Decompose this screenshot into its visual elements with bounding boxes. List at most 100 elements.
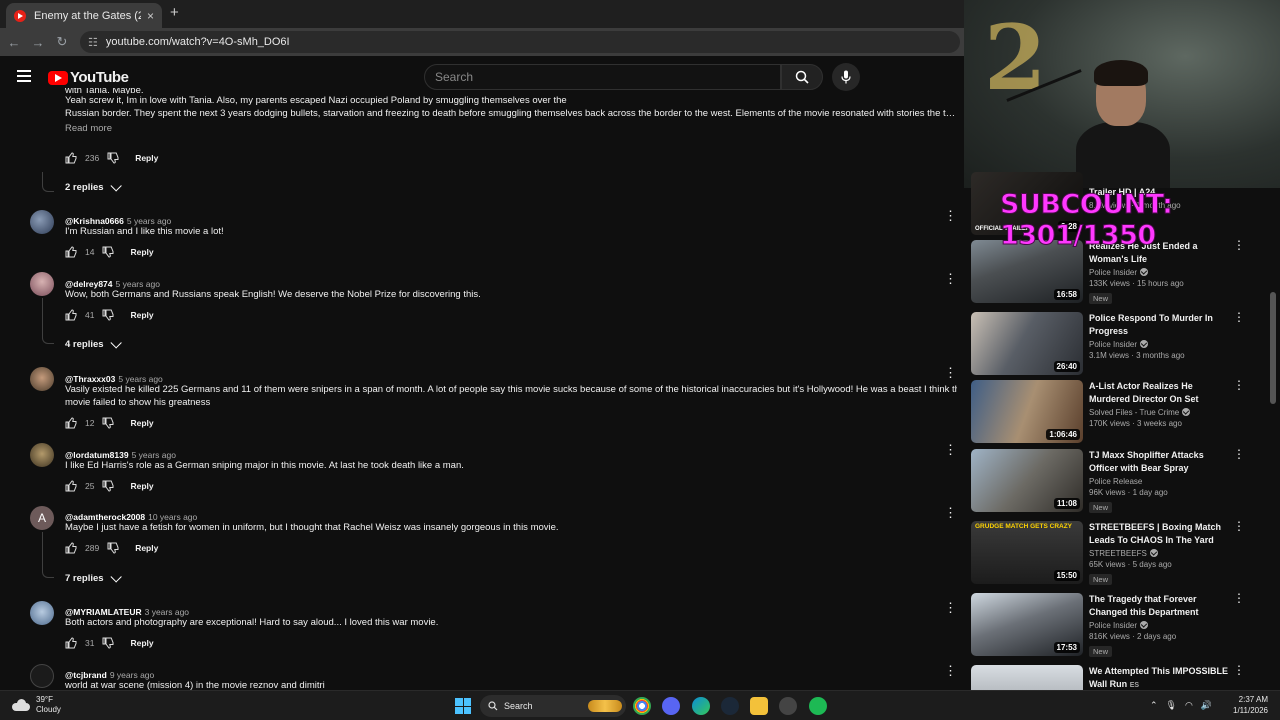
microphone-icon[interactable]: 🎙 (1166, 700, 1177, 711)
dislike-icon[interactable] (107, 542, 119, 554)
clock[interactable]: 2:37 AM 1/11/2026 (1226, 694, 1268, 716)
video-title[interactable]: We Attempted This IMPOSSIBLE Wall Run ES (1089, 665, 1229, 690)
avatar[interactable] (30, 601, 54, 625)
obs-icon[interactable] (779, 697, 797, 715)
comment-more-icon[interactable]: ⋮ (944, 272, 957, 285)
video-title[interactable]: Police Respond To Murder In Progress (1089, 312, 1229, 338)
comment-more-icon[interactable]: ⋮ (944, 443, 957, 456)
related-video[interactable]: We Attempted This IMPOSSIBLE Wall Run ES… (971, 664, 1271, 690)
video-title[interactable]: A-List Actor Realizes He Murdered Direct… (1089, 380, 1229, 406)
video-title[interactable]: TJ Maxx Shoplifter Attacks Officer with … (1089, 449, 1229, 475)
avatar[interactable]: A (30, 506, 54, 530)
channel-name[interactable]: Police Insider (1089, 621, 1229, 630)
video-thumbnail[interactable]: 11:08 (971, 449, 1083, 512)
weather-widget[interactable]: 39°F Cloudy (12, 695, 61, 715)
start-icon[interactable] (455, 698, 471, 714)
video-thumbnail[interactable]: 26:40 (971, 312, 1083, 375)
chevron-down-icon (110, 570, 122, 583)
comments-section: with Tania. Maybe. Yeah screw it, Im in … (0, 86, 964, 690)
avatar[interactable] (30, 443, 54, 467)
dislike-icon[interactable] (102, 480, 114, 492)
video-thumbnail[interactable]: 1:06:46 (971, 380, 1083, 443)
dislike-icon[interactable] (102, 637, 114, 649)
steam-icon[interactable] (721, 697, 739, 715)
related-video[interactable]: 26:40 Police Respond To Murder In Progre… (971, 311, 1271, 376)
file-explorer-icon[interactable] (750, 697, 768, 715)
channel-name[interactable]: Police Release (1089, 477, 1229, 486)
like-icon[interactable] (65, 542, 77, 554)
video-more-icon[interactable]: ⋮ (1233, 592, 1245, 604)
network-icon[interactable]: ◠ (1185, 700, 1193, 711)
related-video[interactable]: 11:08 TJ Maxx Shoplifter Attacks Officer… (971, 448, 1271, 513)
like-icon[interactable] (65, 637, 77, 649)
browser-tab[interactable]: Enemy at the Gates (2001) Offi × (6, 3, 162, 28)
back-icon[interactable]: ← (2, 35, 26, 50)
dislike-icon[interactable] (102, 417, 114, 429)
avatar[interactable] (30, 664, 54, 688)
edge-icon[interactable] (692, 697, 710, 715)
new-tab-button[interactable]: + (170, 4, 179, 21)
channel-name[interactable]: Solved Files - True Crime (1089, 408, 1229, 417)
reply-button[interactable]: Reply (130, 481, 153, 491)
video-duration: 26:40 (1053, 361, 1080, 372)
like-icon[interactable] (65, 309, 77, 321)
avatar[interactable] (30, 210, 54, 234)
volume-icon[interactable]: 🔊 (1201, 700, 1212, 711)
reply-button[interactable]: Reply (130, 247, 153, 257)
video-more-icon[interactable]: ⋮ (1233, 520, 1245, 532)
chrome-icon[interactable] (633, 697, 651, 715)
reply-button[interactable]: Reply (130, 418, 153, 428)
related-video[interactable]: 17:53 The Tragedy that Forever Changed t… (971, 592, 1271, 657)
discord-icon[interactable] (662, 697, 680, 715)
channel-name[interactable]: STREETBEEFS (1089, 549, 1229, 558)
avatar[interactable] (30, 272, 54, 296)
comment-more-icon[interactable]: ⋮ (944, 209, 957, 222)
video-title[interactable]: STREETBEEFS | Boxing Match Leads To CHAO… (1089, 521, 1229, 547)
like-count: 25 (85, 481, 95, 491)
read-more-link[interactable]: Read more (65, 123, 957, 134)
like-icon[interactable] (65, 152, 77, 164)
tab-close-icon[interactable]: × (147, 9, 154, 23)
reply-button[interactable]: Reply (130, 310, 153, 320)
view-replies-button[interactable]: 7 replies (65, 570, 122, 584)
channel-name[interactable]: Police Insider (1089, 268, 1229, 277)
comment-more-icon[interactable]: ⋮ (944, 664, 957, 677)
video-title[interactable]: The Tragedy that Forever Changed this De… (1089, 593, 1229, 619)
video-more-icon[interactable]: ⋮ (1233, 311, 1245, 323)
video-thumbnail[interactable]: GRUDGE MATCH GETS CRAZY 15:50 (971, 521, 1083, 584)
like-icon[interactable] (65, 246, 77, 258)
view-replies-button[interactable]: 2 replies (65, 179, 122, 193)
avatar[interactable] (30, 367, 54, 391)
video-thumbnail[interactable]: 17:53 (971, 593, 1083, 656)
dislike-icon[interactable] (107, 152, 119, 164)
chevron-up-icon[interactable]: ⌃ (1150, 700, 1158, 711)
comment-more-icon[interactable]: ⋮ (944, 506, 957, 519)
dislike-icon[interactable] (102, 246, 114, 258)
video-more-icon[interactable]: ⋮ (1233, 664, 1245, 676)
youtube-logo[interactable]: YouTube (48, 69, 129, 86)
like-icon[interactable] (65, 480, 77, 492)
related-video[interactable]: GRUDGE MATCH GETS CRAZY 15:50 STREETBEEF… (971, 520, 1271, 585)
sidebar-scrollbar[interactable] (1270, 292, 1276, 404)
video-stats: 170K views · 3 weeks ago (1089, 419, 1182, 428)
channel-name[interactable]: Police Insider (1089, 340, 1229, 349)
reload-icon[interactable]: ↻ (50, 34, 74, 50)
site-info-icon[interactable]: ☷ (88, 36, 98, 49)
taskbar-search[interactable]: Search (480, 695, 626, 717)
video-more-icon[interactable]: ⋮ (1233, 379, 1245, 391)
menu-icon[interactable] (17, 70, 31, 82)
spotify-icon[interactable] (809, 697, 827, 715)
dislike-icon[interactable] (102, 309, 114, 321)
video-thumbnail[interactable] (971, 665, 1083, 690)
comment-more-icon[interactable]: ⋮ (944, 366, 957, 379)
like-icon[interactable] (65, 417, 77, 429)
video-more-icon[interactable]: ⋮ (1233, 448, 1245, 460)
reply-button[interactable]: Reply (135, 543, 158, 553)
reply-button[interactable]: Reply (130, 638, 153, 648)
url-field[interactable]: ☷ youtube.com/watch?v=4O-sMh_DO6I (80, 31, 960, 53)
view-replies-button[interactable]: 4 replies (65, 336, 122, 350)
comment-more-icon[interactable]: ⋮ (944, 601, 957, 614)
forward-icon[interactable]: → (26, 35, 50, 50)
related-video[interactable]: 1:06:46 A-List Actor Realizes He Murdere… (971, 379, 1271, 444)
reply-button[interactable]: Reply (135, 153, 158, 163)
